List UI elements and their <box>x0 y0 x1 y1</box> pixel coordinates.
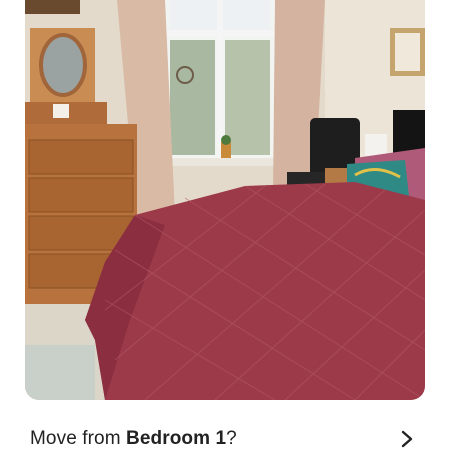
room-name: Bedroom 1 <box>126 428 227 449</box>
caption-suffix: ? <box>226 428 237 449</box>
chevron-right-glyph <box>401 430 413 448</box>
bedroom-photo[interactable] <box>25 0 425 400</box>
bedroom-photo-illustration <box>25 0 425 400</box>
chevron-right-icon[interactable] <box>397 429 417 449</box>
move-from-caption: Move from Bedroom 1? <box>25 428 237 450</box>
caption-prefix: Move from <box>30 428 127 449</box>
